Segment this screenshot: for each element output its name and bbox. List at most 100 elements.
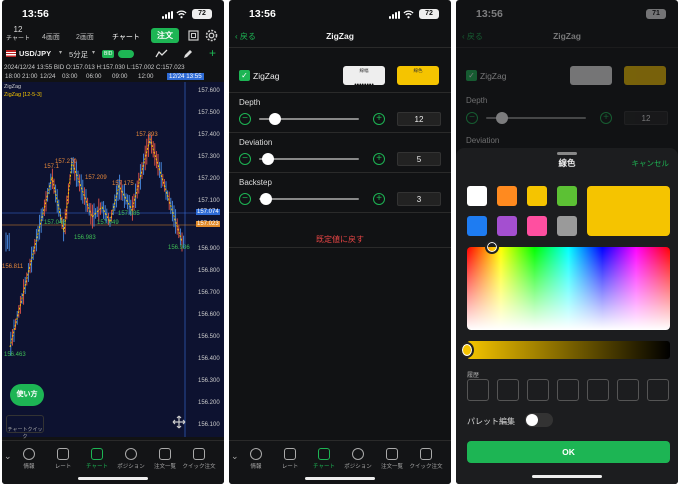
backstep-slider[interactable] bbox=[259, 198, 359, 200]
history-label: 履歴 bbox=[467, 373, 480, 379]
indicator-checkbox[interactable]: ✓ bbox=[239, 70, 250, 81]
chevron-down-icon: ▾ bbox=[59, 50, 63, 56]
time-label: 06:00 bbox=[86, 73, 102, 80]
price-label-ask: 157.074 bbox=[196, 209, 220, 215]
price-label: 157.400 bbox=[198, 132, 220, 138]
bottom-nav: ⌄ 情報 レート チャート ポジション 注文一覧 クイック注文 bbox=[2, 440, 224, 484]
brightness-slider[interactable] bbox=[467, 341, 670, 359]
timeframe-select[interactable]: 5分足 bbox=[69, 49, 88, 60]
trough-label: 156.983 bbox=[74, 235, 96, 241]
swatch-pink[interactable] bbox=[527, 216, 547, 236]
nav-order-list[interactable]: 注文一覧 bbox=[375, 448, 409, 470]
nav-rate[interactable]: レート bbox=[273, 448, 307, 470]
chart-screen: 13:56 72 12 チャート 4画面 2画面 チャート 注文 USD/JPY … bbox=[2, 0, 224, 484]
swatch-blue[interactable] bbox=[467, 216, 487, 236]
tab-4-screens[interactable]: 4画面 bbox=[42, 32, 60, 42]
symbol-select[interactable]: USD/JPY bbox=[19, 49, 51, 58]
swatch-green[interactable] bbox=[557, 186, 577, 206]
history-slot[interactable] bbox=[467, 379, 489, 401]
bid-switch[interactable] bbox=[118, 50, 134, 58]
nav-order-list[interactable]: 注文一覧 bbox=[148, 448, 182, 470]
backstep-increment[interactable]: + bbox=[373, 193, 385, 205]
time-label-current: 12/24 13:55 bbox=[167, 73, 204, 80]
price-label: 156.300 bbox=[198, 378, 220, 384]
history-slot[interactable] bbox=[527, 379, 549, 401]
home-indicator bbox=[78, 477, 148, 480]
line-color-button[interactable]: 線色 bbox=[397, 66, 439, 85]
nav-chart[interactable]: チャート bbox=[307, 448, 341, 470]
swatch-gray[interactable] bbox=[557, 216, 577, 236]
bid-toggle[interactable]: BID bbox=[102, 50, 115, 58]
home-indicator bbox=[305, 477, 375, 480]
history-slot[interactable] bbox=[587, 379, 609, 401]
move-icon[interactable] bbox=[172, 415, 186, 429]
backstep-value[interactable]: 3 bbox=[397, 192, 441, 206]
trough-label: 157.045 bbox=[44, 220, 66, 226]
screenshot-icon[interactable] bbox=[188, 30, 199, 41]
depth-section: Depth − + 12 bbox=[229, 93, 451, 133]
nav-chart[interactable]: チャート bbox=[80, 448, 114, 470]
ok-button[interactable]: OK bbox=[467, 441, 670, 463]
nav-rate[interactable]: レート bbox=[46, 448, 80, 470]
deviation-slider[interactable] bbox=[259, 158, 359, 160]
color-spectrum[interactable] bbox=[467, 247, 670, 330]
order-button[interactable]: 注文 bbox=[151, 28, 179, 43]
history-slot[interactable] bbox=[647, 379, 669, 401]
nav-info[interactable]: 情報 bbox=[239, 448, 273, 470]
swatch-white[interactable] bbox=[467, 186, 487, 206]
history-slot[interactable] bbox=[617, 379, 639, 401]
peak-label: 157.1 bbox=[44, 164, 60, 170]
indicator-label: ZigZag bbox=[253, 71, 280, 81]
tab-chart-count[interactable]: 12 チャート bbox=[6, 26, 30, 43]
depth-increment[interactable]: + bbox=[373, 113, 385, 125]
collapse-icon[interactable]: ⌄ bbox=[231, 451, 239, 462]
depth-label: Depth bbox=[466, 96, 488, 105]
line-color-button bbox=[624, 66, 666, 85]
deviation-decrement[interactable]: − bbox=[239, 153, 251, 165]
status-time: 13:56 bbox=[249, 8, 276, 20]
depth-value[interactable]: 12 bbox=[397, 112, 441, 126]
nav-position[interactable]: ポジション bbox=[114, 448, 148, 470]
chart-quick-button[interactable]: チャートクイック bbox=[6, 415, 44, 440]
depth-slider-knob[interactable] bbox=[269, 113, 281, 125]
trough-label: 157.049 bbox=[97, 220, 119, 226]
palette-edit-toggle[interactable] bbox=[525, 413, 553, 427]
swatch-orange[interactable] bbox=[497, 186, 517, 206]
symbol-row: USD/JPY ▾ 5分足 ▾ BID + bbox=[2, 46, 224, 62]
depth-decrement[interactable]: − bbox=[239, 113, 251, 125]
line-width-button[interactable]: 線幅 •••••••• bbox=[343, 66, 385, 89]
sheet-grabber[interactable] bbox=[557, 152, 577, 155]
deviation-value[interactable]: 5 bbox=[397, 152, 441, 166]
indicator-checkbox: ✓ bbox=[466, 70, 477, 81]
nav-quick-order[interactable]: クイック注文 bbox=[409, 448, 443, 470]
backstep-slider-knob[interactable] bbox=[260, 193, 272, 205]
time-label: 03:00 bbox=[62, 73, 78, 80]
indicator-icon[interactable] bbox=[155, 49, 168, 59]
cancel-button[interactable]: キャンセル bbox=[632, 158, 670, 169]
indicator-row: ✓ ZigZag 線幅 •••••••• 線色 bbox=[239, 66, 439, 89]
wifi-icon bbox=[176, 10, 187, 19]
gear-icon[interactable] bbox=[205, 29, 218, 42]
backstep-decrement[interactable]: − bbox=[239, 193, 251, 205]
tab-2-screens[interactable]: 2画面 bbox=[76, 32, 94, 42]
brightness-knob[interactable] bbox=[460, 342, 474, 358]
price-chart[interactable]: ZigZag ZigZag [12-5-3] 157.393 157.270 1… bbox=[2, 82, 224, 440]
price-label: 157.200 bbox=[198, 176, 220, 182]
color-picker-screen: 13:56 71 ‹ 戻る ZigZag ✓ ZigZag Depth − + … bbox=[456, 0, 678, 484]
swatch-yellow[interactable] bbox=[527, 186, 547, 206]
deviation-increment[interactable]: + bbox=[373, 153, 385, 165]
nav-position[interactable]: ポジション bbox=[341, 448, 375, 470]
nav-quick-order[interactable]: クイック注文 bbox=[182, 448, 216, 470]
nav-info[interactable]: 情報 bbox=[12, 448, 46, 470]
collapse-icon[interactable]: ⌄ bbox=[4, 451, 12, 462]
history-slot[interactable] bbox=[497, 379, 519, 401]
tab-chart[interactable]: チャート bbox=[112, 32, 140, 42]
swatch-purple[interactable] bbox=[497, 216, 517, 236]
draw-icon[interactable] bbox=[183, 49, 193, 59]
reset-defaults-button[interactable]: 既定値に戻す bbox=[229, 232, 451, 248]
usage-button[interactable]: 使い方 bbox=[10, 384, 44, 406]
deviation-slider-knob[interactable] bbox=[262, 153, 274, 165]
spectrum-knob[interactable] bbox=[485, 240, 499, 254]
add-icon[interactable]: + bbox=[209, 46, 216, 60]
history-slot[interactable] bbox=[557, 379, 579, 401]
